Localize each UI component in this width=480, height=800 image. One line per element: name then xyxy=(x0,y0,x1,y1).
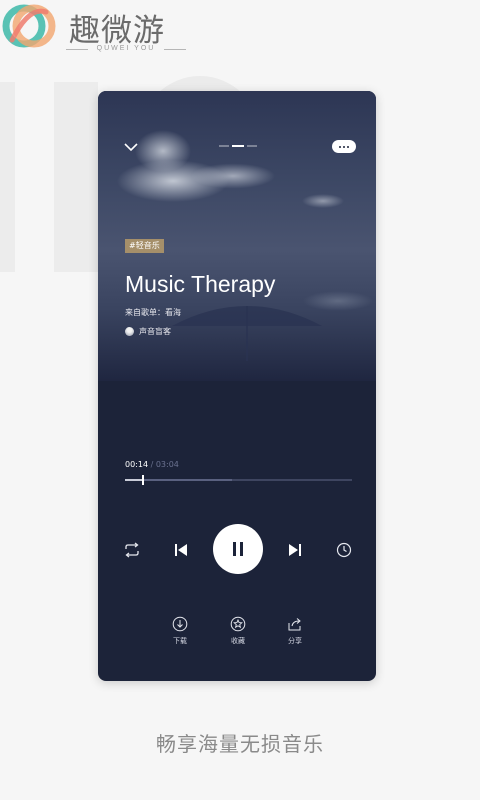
player-screen: #轻音乐 Music Therapy 来自歌单：看海 声音盲客 00:14 / … xyxy=(98,91,376,681)
track-title: Music Therapy xyxy=(125,271,276,297)
background-block xyxy=(0,82,15,272)
page-dot xyxy=(219,145,229,147)
skip-next-icon xyxy=(289,544,301,556)
time-current: 00:14 xyxy=(125,460,149,469)
promo-caption: 畅享海量无损音乐 xyxy=(156,732,324,756)
sleep-timer-button[interactable] xyxy=(336,542,352,558)
share-button[interactable]: 分享 xyxy=(275,616,315,646)
share-icon xyxy=(288,618,301,631)
page-dot xyxy=(247,145,257,147)
progress-bar[interactable] xyxy=(125,475,352,485)
time-readout: 00:14 / 03:04 xyxy=(125,460,179,469)
background-block xyxy=(54,82,98,272)
brand-logo: 趣微游 QUWEI YOU xyxy=(0,0,200,60)
skip-previous-icon xyxy=(175,544,187,556)
collect-label: 收藏 xyxy=(231,637,245,645)
artist-name: 声音盲客 xyxy=(139,326,171,336)
download-label: 下载 xyxy=(173,637,187,645)
page-indicator xyxy=(219,145,259,148)
clock-icon xyxy=(336,542,352,558)
download-icon xyxy=(172,616,188,632)
progress-played xyxy=(125,479,143,481)
artist-row[interactable]: 声音盲客 xyxy=(125,325,171,337)
collect-button[interactable]: 收藏 xyxy=(218,616,258,646)
loop-button[interactable] xyxy=(123,542,141,558)
page-dot-active xyxy=(232,145,244,147)
screenshot-page: 趣微游 QUWEI YOU #轻音乐 Music Therapy 来自歌单：看海 xyxy=(0,0,480,800)
share-label: 分享 xyxy=(288,637,302,645)
chevron-down-icon xyxy=(124,143,138,152)
brand-name: 趣微游 xyxy=(69,13,165,49)
download-button[interactable]: 下载 xyxy=(160,616,200,646)
time-total: 03:04 xyxy=(155,460,179,469)
umbrella-graphic xyxy=(172,306,322,361)
star-icon xyxy=(230,616,246,632)
more-dots-icon xyxy=(338,145,350,148)
time-separator: / xyxy=(148,460,156,469)
collapse-button[interactable] xyxy=(123,139,139,153)
avatar xyxy=(125,326,134,336)
playlist-source[interactable]: 来自歌单：看海 xyxy=(125,307,181,318)
progress-handle[interactable] xyxy=(142,475,145,485)
genre-tag[interactable]: #轻音乐 xyxy=(125,239,164,253)
next-track-button[interactable] xyxy=(288,543,302,557)
brand-subtitle: QUWEI YOU xyxy=(66,45,186,52)
repeat-icon xyxy=(125,542,139,558)
brand-mark-icon xyxy=(2,4,56,48)
pause-icon xyxy=(233,542,243,556)
previous-track-button[interactable] xyxy=(174,543,188,557)
more-button[interactable] xyxy=(332,140,356,153)
play-pause-button[interactable] xyxy=(213,524,263,574)
